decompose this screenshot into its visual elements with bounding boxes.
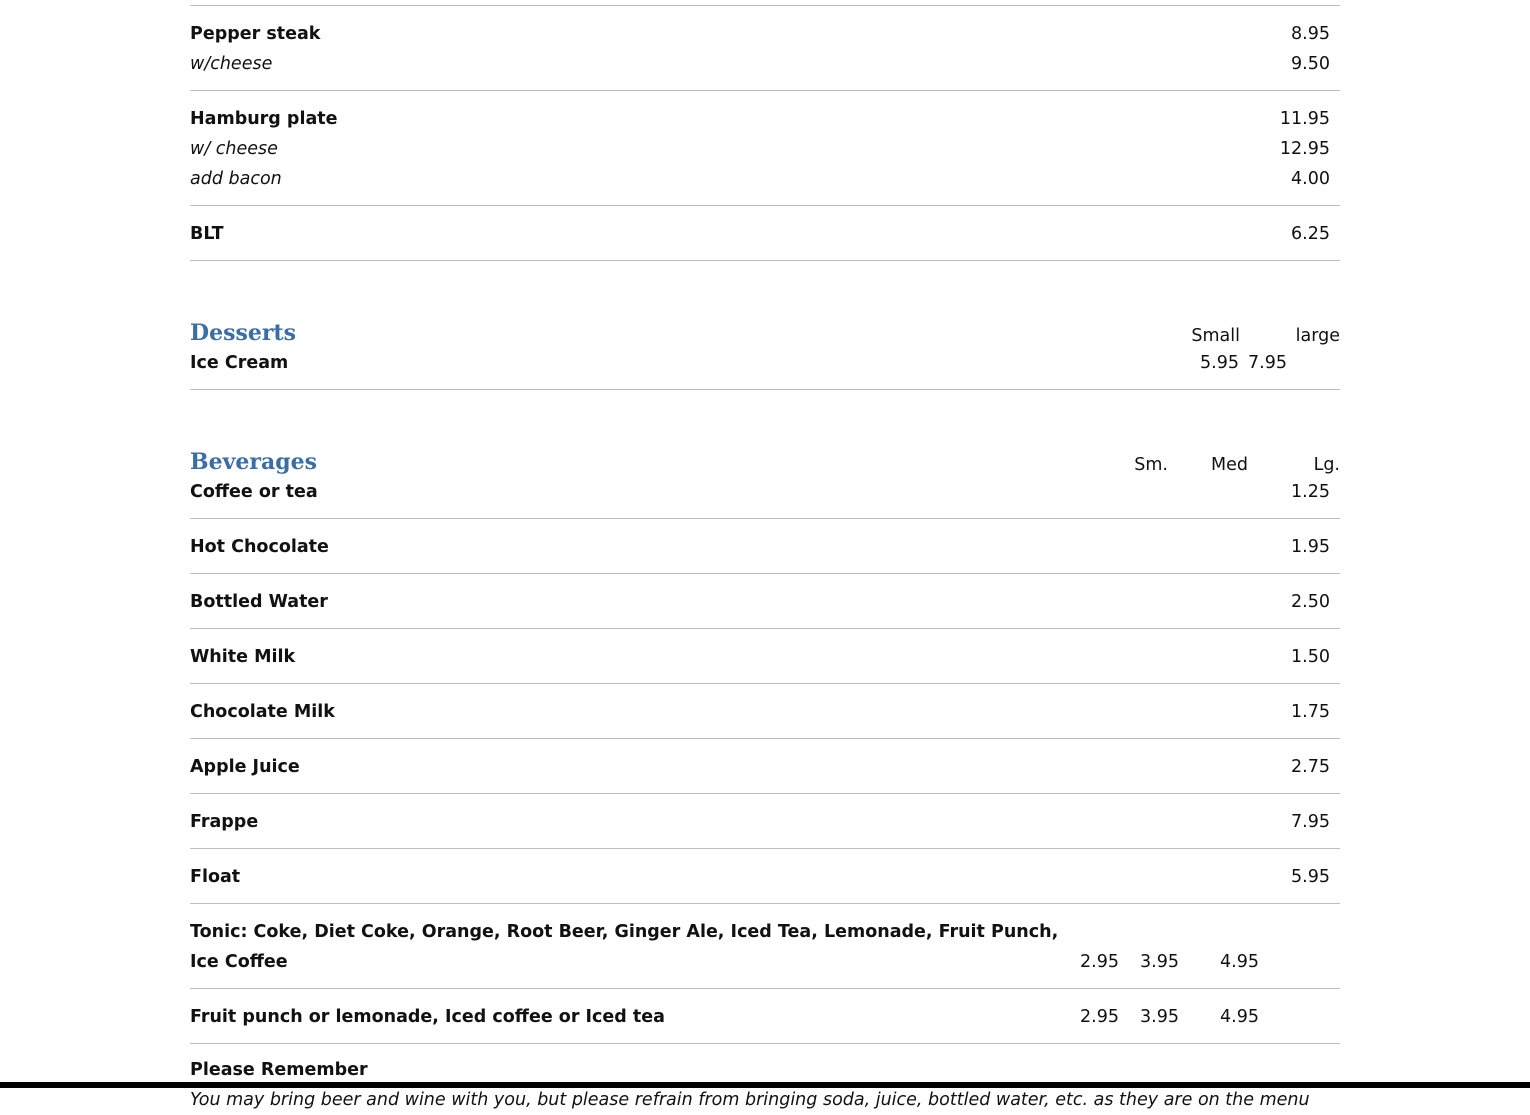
item-option-row: add bacon 4.00 <box>190 164 1340 194</box>
menu-item: Fruit punch or lemonade, Iced coffee or … <box>190 989 1340 1043</box>
item-price: 9.50 <box>1291 54 1330 74</box>
item-price: 4.00 <box>1291 169 1330 189</box>
menu-item: Coffee or tea 1.25 <box>190 475 1340 518</box>
menu-item: BLT 6.25 <box>190 206 1340 260</box>
item-price: 1.25 <box>1291 482 1330 502</box>
section-title-desserts: Desserts <box>190 320 296 346</box>
item-price: 7.95 <box>1291 812 1330 832</box>
item-row: Apple Juice 2.75 <box>190 752 1340 782</box>
menu-item: White Milk 1.50 <box>190 629 1340 683</box>
item-price: 1.50 <box>1291 647 1330 667</box>
menu-item: Float 5.95 <box>190 849 1340 903</box>
item-price: 2.75 <box>1291 757 1330 777</box>
item-row: Ice Cream 5.95 7.95 <box>190 348 1340 378</box>
price-small: 5.95 <box>1200 353 1239 373</box>
item-option-row: w/cheese 9.50 <box>190 49 1340 79</box>
item-name: Apple Juice <box>190 757 300 777</box>
price-lg: 4.95 <box>1220 952 1259 972</box>
item-option-name: w/cheese <box>190 54 273 74</box>
item-row: Tonic: Coke, Diet Coke, Orange, Root Bee… <box>190 917 1340 977</box>
item-name: Bottled Water <box>190 592 328 612</box>
item-option-name: add bacon <box>190 169 282 189</box>
item-row: Chocolate Milk 1.75 <box>190 697 1340 727</box>
column-header-lg: Lg. <box>1313 455 1340 475</box>
menu-item: Pepper steak 8.95 w/cheese 9.50 <box>190 6 1340 90</box>
divider <box>190 260 1340 261</box>
price-med: 3.95 <box>1140 1007 1179 1027</box>
column-header-large: large <box>1295 326 1340 346</box>
item-price: 1.75 <box>1291 702 1330 722</box>
item-row: Hamburg plate 11.95 <box>190 104 1340 134</box>
price-sm: 2.95 <box>1080 952 1119 972</box>
mains-section: Pepper steak 8.95 w/cheese 9.50 Hamburg plat… <box>190 6 1340 261</box>
item-name: Chocolate Milk <box>190 702 335 722</box>
divider <box>190 389 1340 390</box>
menu-page: Pepper steak 8.95 w/cheese 9.50 Hamburg plat… <box>190 0 1340 1115</box>
item-row: BLT 6.25 <box>190 219 1340 249</box>
item-row: Coffee or tea 1.25 <box>190 477 1340 507</box>
section-title-beverages: Beverages <box>190 449 317 475</box>
menu-item: Hamburg plate 11.95 w/ cheese 12.95 add baco… <box>190 91 1340 205</box>
item-row: Fruit punch or lemonade, Iced coffee or … <box>190 1002 1340 1032</box>
item-name: White Milk <box>190 647 296 667</box>
item-name: Fruit punch or lemonade, Iced coffee or … <box>190 1007 665 1027</box>
item-name: Frappe <box>190 812 259 832</box>
item-row: White Milk 1.50 <box>190 642 1340 672</box>
menu-item: Chocolate Milk 1.75 <box>190 684 1340 738</box>
menu-item: Hot Chocolate 1.95 <box>190 519 1340 573</box>
price-large: 7.95 <box>1248 353 1287 373</box>
item-price: 11.95 <box>1279 109 1330 129</box>
item-price: 1.95 <box>1291 537 1330 557</box>
window-bottom-bar <box>0 1082 1530 1088</box>
column-header-small: Small <box>1191 326 1240 346</box>
notice-title: Please Remember <box>190 1060 368 1080</box>
item-name: Ice Cream <box>190 353 289 373</box>
item-row: Pepper steak 8.95 <box>190 19 1340 49</box>
price-sm: 2.95 <box>1080 1007 1119 1027</box>
menu-item: Apple Juice 2.75 <box>190 739 1340 793</box>
price-med: 3.95 <box>1140 952 1179 972</box>
column-header-sm: Sm. <box>1134 455 1168 475</box>
menu-item: Bottled Water 2.50 <box>190 574 1340 628</box>
beverages-list: Coffee or tea 1.25 Hot Chocolate 1.95 Bottle… <box>190 475 1340 904</box>
item-option-row: w/ cheese 12.95 <box>190 134 1340 164</box>
item-row: Frappe 7.95 <box>190 807 1340 837</box>
item-price: 12.95 <box>1279 139 1330 159</box>
item-price: 5.95 <box>1291 867 1330 887</box>
item-name: Pepper steak <box>190 24 321 44</box>
item-row: Float 5.95 <box>190 862 1340 892</box>
menu-item: Tonic: Coke, Diet Coke, Orange, Root Bee… <box>190 904 1340 988</box>
menu-item: Frappe 7.95 <box>190 794 1340 848</box>
notice-body: You may bring beer and wine with you, bu… <box>190 1090 1310 1110</box>
item-price: 2.50 <box>1291 592 1330 612</box>
item-option-name: w/ cheese <box>190 139 278 159</box>
item-name: Hamburg plate <box>190 109 338 129</box>
item-row: Bottled Water 2.50 <box>190 587 1340 617</box>
item-name: Float <box>190 867 241 887</box>
item-name: Hot Chocolate <box>190 537 329 557</box>
price-lg: 4.95 <box>1220 1007 1259 1027</box>
item-row: Hot Chocolate 1.95 <box>190 532 1340 562</box>
desserts-header: Desserts Small large <box>190 314 1340 346</box>
column-header-med: Med <box>1211 455 1248 475</box>
beverages-header: Beverages Sm. Med Lg. <box>190 443 1340 475</box>
item-price: 6.25 <box>1291 224 1330 244</box>
desserts-list: Ice Cream 5.95 7.95 <box>190 346 1340 390</box>
menu-item: Ice Cream 5.95 7.95 <box>190 346 1340 389</box>
item-price: 8.95 <box>1291 24 1330 44</box>
sized-beverages-list: Tonic: Coke, Diet Coke, Orange, Root Bee… <box>190 904 1340 1044</box>
item-name: BLT <box>190 224 224 244</box>
item-name: Tonic: Coke, Diet Coke, Orange, Root Bee… <box>190 922 1059 972</box>
notice: Please Remember You may bring beer and w… <box>190 1044 1340 1115</box>
item-name: Coffee or tea <box>190 482 318 502</box>
